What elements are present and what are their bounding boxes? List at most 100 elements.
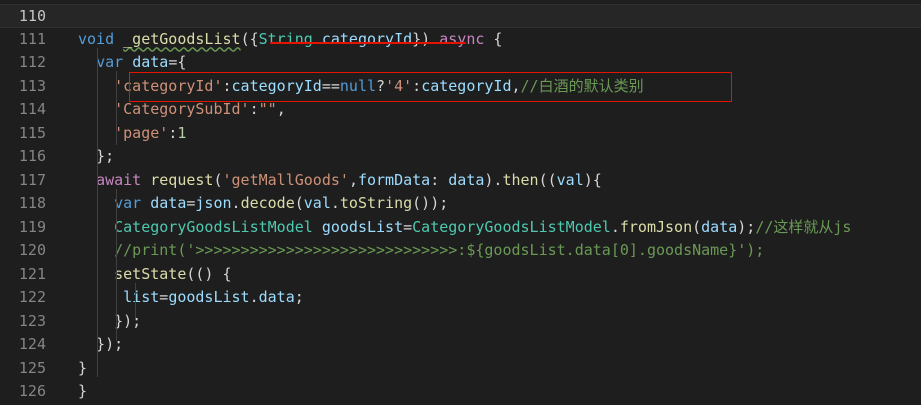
code-content: void _getGoodsList({String categoryId}) … xyxy=(78,28,502,52)
code-token: 'page' xyxy=(114,123,169,142)
indent-guide xyxy=(135,282,136,318)
line-number: 117 xyxy=(18,170,46,189)
line-number: 113 xyxy=(18,76,46,95)
code-token: } xyxy=(78,382,88,400)
code-line[interactable]: 116 }; xyxy=(0,145,921,169)
code-token: toString xyxy=(339,194,413,212)
code-token: json xyxy=(195,194,232,212)
code-line[interactable]: 112 var data={ xyxy=(0,51,921,75)
code-line[interactable]: 111 void _getGoodsList({String categoryId… xyxy=(0,28,921,52)
code-line[interactable]: 121 setState(() { xyxy=(0,263,921,287)
code-token: goodsList xyxy=(321,217,404,236)
line-number: 119 xyxy=(18,217,46,236)
code-token: fromJson xyxy=(619,217,693,236)
code-token: ( xyxy=(692,217,702,236)
code-line[interactable]: 110 xyxy=(0,4,921,28)
line-number: 112 xyxy=(18,53,46,71)
code-content xyxy=(78,5,96,29)
code-token: goodsList xyxy=(168,288,250,306)
code-token: //这样就从js xyxy=(755,217,852,236)
code-line[interactable]: 115 'page':1 xyxy=(0,122,921,146)
line-number: 125 xyxy=(18,358,46,377)
code-token: (( xyxy=(538,170,557,189)
code-token: await xyxy=(96,170,142,189)
line-number: 123 xyxy=(18,311,46,330)
indent-guide xyxy=(116,71,117,145)
code-token: }); xyxy=(78,311,142,330)
code-token: : xyxy=(430,170,449,189)
code-token: = xyxy=(159,288,169,306)
code-token: void xyxy=(78,29,115,48)
code-line[interactable]: 124 }); xyxy=(0,333,921,357)
code-line[interactable]: 122 list=goodsList.data; xyxy=(0,286,921,310)
code-token: formData xyxy=(357,170,431,189)
code-token: then xyxy=(502,170,539,189)
line-number: 118 xyxy=(18,194,46,212)
line-number: 124 xyxy=(18,335,46,353)
code-content: }); xyxy=(78,310,141,334)
code-content: } xyxy=(78,357,87,381)
code-token: var xyxy=(96,53,124,71)
code-token: categoryId xyxy=(321,29,413,48)
code-token: //print('>>>>>>>>>>>>>>>>>>>>>>>>>>>>>:$… xyxy=(114,241,765,259)
code-token: . xyxy=(231,194,241,212)
code-line[interactable]: 118 var data=json.decode(val.toString())… xyxy=(0,192,921,216)
code-line[interactable]: 123 }); xyxy=(0,310,921,334)
code-token: CategoryGoodsListModel xyxy=(114,217,313,236)
code-content: CategoryGoodsListModel goodsList=Categor… xyxy=(78,216,851,240)
code-token: val xyxy=(303,194,331,212)
code-token: ({ xyxy=(240,29,259,48)
line-number: 110 xyxy=(18,7,46,25)
code-editor[interactable]: 110 111 void _getGoodsList({String catego… xyxy=(0,0,921,405)
code-line[interactable]: 125} xyxy=(0,357,921,381)
red-underline-annotation xyxy=(270,42,466,44)
line-number: 126 xyxy=(18,382,46,400)
code-token: ; xyxy=(294,288,304,306)
code-token: val xyxy=(556,170,584,189)
code-token: 1 xyxy=(177,123,187,142)
code-content: 'page':1 xyxy=(78,122,186,146)
code-token: . xyxy=(610,217,620,236)
code-token: data xyxy=(258,288,295,306)
line-number: 114 xyxy=(18,100,46,118)
code-token: , xyxy=(276,100,286,118)
line-number: 122 xyxy=(18,288,46,306)
code-token: request xyxy=(150,170,214,189)
code-token: "" xyxy=(258,100,277,118)
line-number: 120 xyxy=(18,241,46,259)
code-token: }) xyxy=(412,29,440,48)
code-token: async xyxy=(439,29,485,48)
code-token: : xyxy=(168,123,178,142)
code-token: data xyxy=(150,194,187,212)
code-token: , xyxy=(348,170,358,189)
code-token: var xyxy=(114,194,142,212)
code-line[interactable]: 126} xyxy=(0,380,921,404)
code-token: ()); xyxy=(412,194,449,212)
code-token: ( xyxy=(294,194,304,212)
code-line[interactable]: 119 CategoryGoodsListModel goodsList=Cat… xyxy=(0,216,921,240)
line-number: 111 xyxy=(18,29,46,48)
code-token: . xyxy=(249,288,259,306)
code-line[interactable]: 117 await request('getMallGoods',formDat… xyxy=(0,169,921,193)
line-number: 116 xyxy=(18,147,46,165)
code-content: setState(() { xyxy=(78,263,231,287)
code-content: list=goodsList.data; xyxy=(78,286,304,310)
code-token: ){ xyxy=(583,170,602,189)
code-content: var data={ xyxy=(78,51,186,75)
red-box-annotation xyxy=(129,72,732,102)
code-line[interactable]: 120 //print('>>>>>>>>>>>>>>>>>>>>>>>>>>>… xyxy=(0,239,921,263)
code-token: ( xyxy=(213,170,223,189)
indent-guide xyxy=(97,47,98,377)
code-token: ). xyxy=(484,170,503,189)
code-token: ); xyxy=(737,217,756,236)
code-token: data xyxy=(132,53,169,71)
code-content: } xyxy=(78,380,87,404)
code-content: //print('>>>>>>>>>>>>>>>>>>>>>>>>>>>>>:$… xyxy=(78,239,764,263)
